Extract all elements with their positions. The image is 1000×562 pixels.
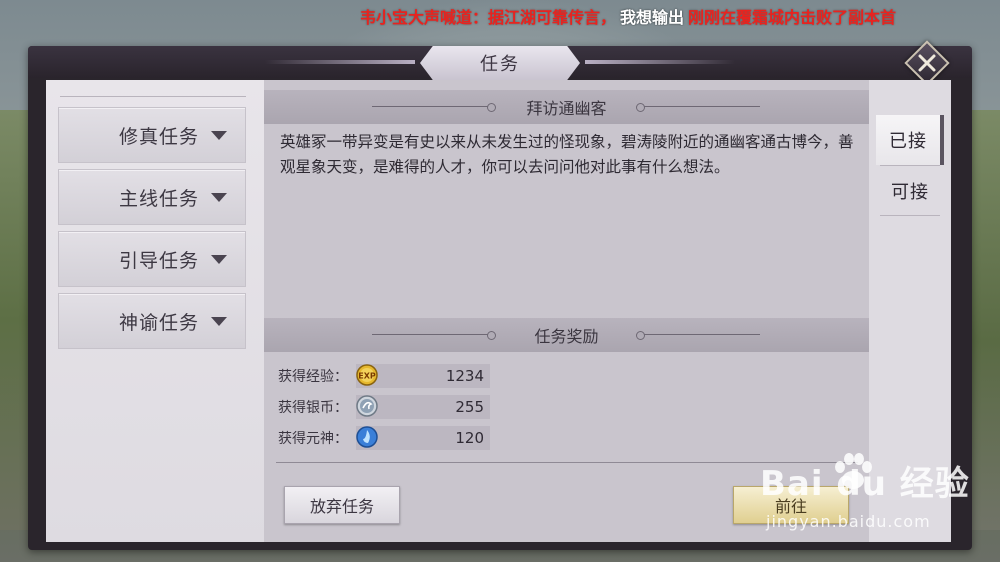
reward-row-silver: 获得银币： 255 — [278, 395, 490, 419]
reward-row-exp: 获得经验： EXP 1234 — [278, 364, 490, 388]
tab-available[interactable]: 可接 — [876, 166, 944, 216]
reward-value: 1234 — [445, 367, 484, 385]
reward-value: 120 — [455, 429, 484, 447]
category-label: 修真任务 — [118, 125, 199, 148]
svg-text:EXP: EXP — [358, 372, 376, 381]
title-ornament-right — [585, 60, 735, 64]
header-ornament-right — [636, 103, 760, 112]
reward-value-box: 120 — [356, 426, 490, 450]
go-to-button[interactable]: 前往 — [733, 486, 849, 524]
marquee-text-3: 刚刚在覆霜城内击败了副本首 — [688, 8, 897, 26]
close-icon — [918, 54, 936, 72]
exp-icon: EXP — [356, 364, 378, 386]
category-oracle[interactable]: 神谕任务 — [58, 293, 246, 349]
category-label: 引导任务 — [118, 249, 199, 272]
category-main[interactable]: 主线任务 — [58, 169, 246, 225]
tab-accepted[interactable]: 已接 — [876, 115, 944, 165]
reward-label: 获得银币： — [278, 400, 348, 416]
broadcast-marquee: 韦小宝大声喊道：据江湖可靠传言， 我想输出 刚刚在覆霜城内击败了副本首 — [360, 4, 1000, 26]
chevron-down-icon — [211, 130, 227, 140]
quest-description: 英雄冢一带异变是有史以来从未发生过的怪现象，碧涛陵附近的通幽客通古博今，善观星象… — [280, 133, 854, 176]
category-cultivation[interactable]: 修真任务 — [58, 107, 246, 163]
header-ornament-right — [636, 331, 760, 340]
reward-label: 获得经验： — [278, 369, 348, 385]
reward-value-box: EXP 1234 — [356, 364, 490, 388]
tab-divider — [880, 215, 940, 216]
category-guide[interactable]: 引导任务 — [58, 231, 246, 287]
reward-value: 255 — [455, 398, 484, 416]
reward-header: 任务奖励 — [264, 318, 869, 352]
content-divider — [276, 462, 858, 463]
abandon-quest-button[interactable]: 放弃任务 — [284, 486, 400, 524]
header-ornament-left — [372, 103, 496, 112]
header-ornament-left — [372, 331, 496, 340]
chevron-down-icon — [211, 254, 227, 264]
chevron-down-icon — [211, 316, 227, 326]
category-label: 主线任务 — [118, 187, 199, 210]
quest-name-header: 拜访通幽客 — [264, 90, 869, 124]
panel-divider — [60, 96, 246, 97]
category-label: 神谕任务 — [118, 311, 199, 334]
dialog-title: 任务 — [420, 46, 580, 80]
quest-name: 拜访通幽客 — [526, 99, 607, 118]
chevron-down-icon — [211, 192, 227, 202]
spirit-icon — [356, 426, 378, 448]
marquee-text-2: 我想输出 — [620, 8, 685, 26]
silver-coin-icon — [356, 395, 378, 417]
reward-label: 获得元神： — [278, 431, 348, 447]
title-ornament-left — [265, 60, 415, 64]
reward-row-spirit: 获得元神： 120 — [278, 426, 490, 450]
reward-value-box: 255 — [356, 395, 490, 419]
reward-title: 任务奖励 — [534, 327, 599, 346]
marquee-text-1: 韦小宝大声喊道：据江湖可靠传言， — [360, 8, 617, 26]
